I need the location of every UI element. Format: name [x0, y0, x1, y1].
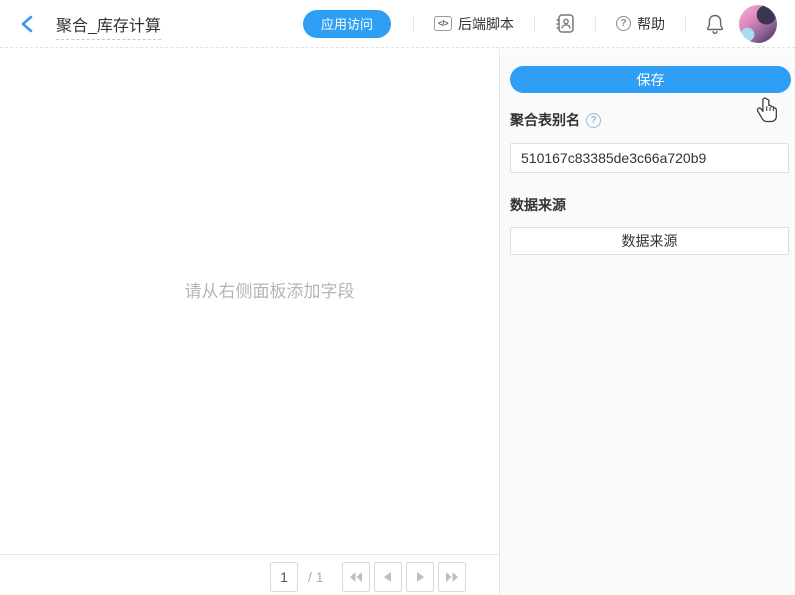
double-chevron-left-icon	[350, 572, 362, 582]
data-source-button[interactable]: 数据来源	[510, 227, 789, 255]
notifications-button[interactable]	[705, 13, 725, 35]
help-button[interactable]: ? 帮助	[616, 14, 665, 34]
header-divider	[413, 16, 414, 32]
header-divider	[595, 16, 596, 32]
header-divider	[534, 16, 535, 32]
save-button[interactable]: 保存	[510, 66, 791, 93]
backend-script-button[interactable]: </> 后端脚本	[434, 14, 514, 34]
app-access-button[interactable]: 应用访问	[303, 10, 391, 38]
code-icon: </>	[434, 16, 452, 31]
page-title[interactable]: 聚合_库存计算	[56, 12, 161, 36]
header-divider	[685, 16, 686, 32]
user-avatar[interactable]	[739, 5, 777, 43]
source-label-row: 数据来源	[510, 195, 789, 215]
alias-label: 聚合表别名	[510, 110, 580, 130]
double-chevron-right-icon	[446, 572, 458, 582]
page-number-input[interactable]: 1	[270, 562, 298, 592]
last-page-button[interactable]	[438, 562, 466, 592]
alias-input[interactable]	[510, 143, 789, 173]
help-label: 帮助	[637, 14, 665, 34]
app-window: 聚合_库存计算 应用访问 </> 后端脚本 ? 帮助	[0, 0, 795, 595]
backend-script-label: 后端脚本	[458, 14, 514, 34]
chevron-left-icon	[20, 15, 34, 33]
first-page-button[interactable]	[342, 562, 370, 592]
empty-canvas-hint: 请从右侧面板添加字段	[40, 277, 499, 302]
data-source-label: 数据来源	[510, 195, 566, 215]
pagination: 1 / 1	[270, 562, 466, 592]
prev-page-button[interactable]	[374, 562, 402, 592]
aggregate-canvas: 请从右侧面板添加字段	[0, 49, 500, 554]
page-total-label: / 1	[308, 569, 330, 585]
help-icon: ?	[616, 16, 631, 31]
contacts-button[interactable]	[555, 13, 575, 34]
page-title-text: 聚合_库存计算	[56, 18, 161, 40]
chevron-left-icon	[384, 572, 392, 582]
top-header: 聚合_库存计算 应用访问 </> 后端脚本 ? 帮助	[0, 0, 795, 48]
alias-label-row: 聚合表别名 ?	[510, 110, 789, 130]
canvas-footer: 1 / 1	[0, 554, 500, 595]
alias-help-icon[interactable]: ?	[586, 113, 601, 128]
back-button[interactable]	[20, 12, 40, 36]
chevron-right-icon	[416, 572, 424, 582]
settings-panel: 保存 聚合表别名 ? 数据来源 数据来源	[501, 49, 795, 595]
bell-icon	[705, 13, 725, 35]
next-page-button[interactable]	[406, 562, 434, 592]
address-book-icon	[555, 13, 575, 34]
